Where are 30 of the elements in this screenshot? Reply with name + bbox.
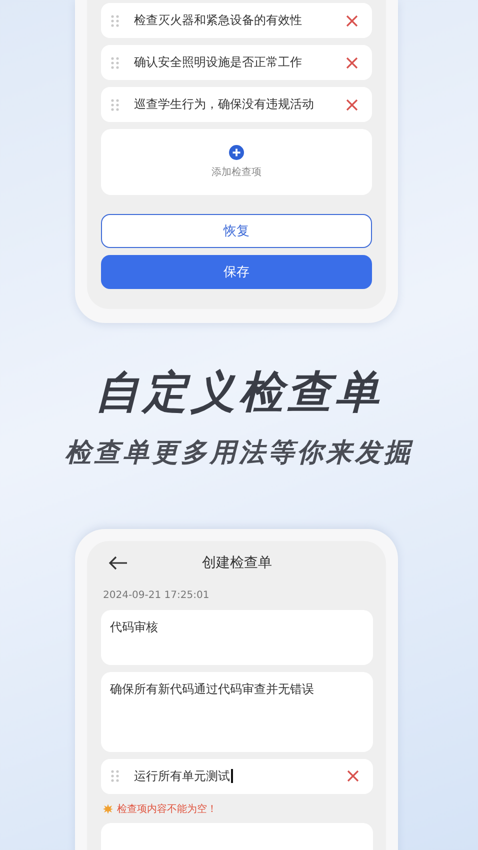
checklist-item[interactable]: 检查灭火器和紧急设备的有效性 bbox=[101, 3, 372, 38]
add-item-label: 添加检查项 bbox=[212, 166, 262, 179]
add-icon[interactable] bbox=[229, 145, 244, 160]
description-field[interactable]: 确保所有新代码通过代码审查并无错误 bbox=[101, 672, 373, 752]
item-text: 巡查学生行为，确保没有违规活动 bbox=[134, 96, 314, 113]
delete-icon[interactable] bbox=[347, 770, 359, 782]
save-button[interactable]: 保存 bbox=[101, 255, 372, 289]
headline: 自定义检查单 bbox=[95, 366, 383, 420]
drag-handle-icon[interactable] bbox=[111, 56, 119, 68]
checklist-item[interactable]: 确认安全照明设施是否正常工作 bbox=[101, 45, 372, 80]
name-field[interactable]: 代码审核 bbox=[101, 610, 373, 665]
back-arrow-icon[interactable] bbox=[108, 556, 128, 570]
subheadline: 检查单更多用法等你来发掘 bbox=[65, 437, 413, 469]
timestamp: 2024-09-21 17:25:01 bbox=[103, 590, 210, 602]
drag-handle-icon[interactable] bbox=[111, 770, 119, 782]
warning-burst-icon bbox=[103, 804, 113, 814]
drag-handle-icon[interactable] bbox=[111, 98, 119, 110]
add-item-card[interactable]: 添加检查项 bbox=[101, 129, 372, 195]
delete-icon[interactable] bbox=[346, 98, 358, 110]
error-message: 检查项内容不能为空！ bbox=[117, 802, 217, 816]
screen-title: 创建检查单 bbox=[202, 554, 272, 571]
item-text: 确认安全照明设施是否正常工作 bbox=[134, 54, 302, 71]
drag-handle-icon[interactable] bbox=[111, 14, 119, 26]
delete-icon[interactable] bbox=[346, 56, 358, 68]
checklist-item[interactable]: 巡查学生行为，确保没有违规活动 bbox=[101, 87, 372, 122]
item-text: 运行所有单元测试 bbox=[134, 768, 230, 785]
checklist-item[interactable]: 运行所有单元测试 bbox=[101, 758, 373, 794]
restore-button[interactable]: 恢复 bbox=[101, 214, 372, 248]
item-text: 检查灭火器和紧急设备的有效性 bbox=[134, 12, 302, 29]
delete-icon[interactable] bbox=[346, 14, 358, 26]
